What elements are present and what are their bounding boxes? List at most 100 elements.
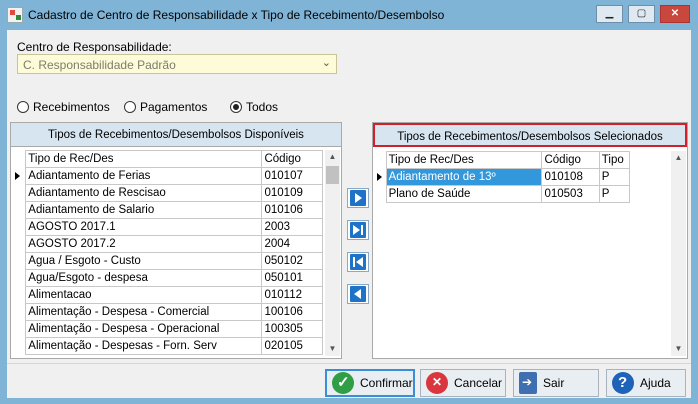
cell-tipo[interactable]: Alimentação - Despesa - Comercial [25,303,263,321]
cell-codigo[interactable]: 010503 [541,185,600,203]
arrow-right-icon [350,190,366,206]
title-bar: Cadastro de Centro de Responsabilidade x… [0,0,698,30]
app-window: Cadastro de Centro de Responsabilidade x… [0,0,698,404]
app-icon [7,7,23,23]
add-selected-button[interactable] [347,188,369,208]
grid-header-row: Tipo de Rec/Des Código Tipo [375,151,631,169]
radio-label: Pagamentos [140,100,208,114]
row-indicator [13,270,26,287]
table-row[interactable]: Agua / Esgoto - Custo 050102 [13,252,323,270]
cell-codigo[interactable]: 010108 [541,168,600,186]
radio-label: Recebimentos [33,100,110,114]
radio-circle [17,101,29,113]
row-indicator [13,202,26,219]
scroll-down-icon[interactable]: ▼ [325,342,340,356]
radio-recebimentos[interactable]: Recebimentos [17,100,110,114]
column-header-codigo[interactable]: Código [261,150,323,168]
radio-circle [124,101,136,113]
chevron-down-icon: ⌄ [321,57,331,69]
confirmar-label: Confirmar [360,376,413,390]
disponiveis-scrollbar[interactable]: ▲ ▼ [325,150,340,356]
cell-codigo[interactable]: 100305 [261,320,323,338]
column-header-tipo-flag[interactable]: Tipo [598,151,631,169]
cell-codigo[interactable]: 100106 [261,303,323,321]
remove-all-button[interactable] [347,252,369,272]
row-indicator [13,168,26,185]
table-row[interactable]: Alimentação - Despesa - Operacional 10030… [13,320,323,338]
column-header-tipo[interactable]: Tipo de Rec/Des [25,150,263,168]
dialog-body: Centro de Responsabilidade: C. Responsab… [7,30,691,398]
cell-codigo[interactable]: 050101 [261,269,323,287]
selecionados-header: Tipos de Recebimentos/Desembolsos Seleci… [373,123,687,147]
table-row[interactable]: Adiantamento de Rescisao 010109 [13,184,323,202]
confirmar-button[interactable]: Confirmar [325,369,415,397]
add-all-button[interactable] [347,220,369,240]
cell-tipo[interactable]: AGOSTO 2017.2 [25,235,263,253]
cell-tipo-flag[interactable]: P [598,168,631,186]
cell-tipo[interactable]: AGOSTO 2017.1 [25,218,263,236]
footer-divider [7,363,691,364]
table-row[interactable]: Alimentacao 010112 [13,286,323,304]
row-indicator [375,169,386,186]
cell-tipo[interactable]: Agua/Esgoto - despesa [25,269,263,287]
responsabilidade-label: Centro de Responsabilidade: [17,40,172,54]
column-header-tipo[interactable]: Tipo de Rec/Des [385,151,543,169]
cell-codigo[interactable]: 010112 [261,286,323,304]
cell-codigo[interactable]: 010107 [261,167,323,185]
help-icon [612,372,634,394]
radio-pagamentos[interactable]: Pagamentos [124,100,207,114]
row-indicator [13,236,26,253]
row-indicator [13,338,26,355]
cell-tipo[interactable]: Agua / Esgoto - Custo [25,252,263,270]
cell-codigo[interactable]: 050102 [261,252,323,270]
disponiveis-grid: Tipo de Rec/Des Código Adiantamento de F… [13,150,323,355]
cell-tipo[interactable]: Adiantamento de Rescisao [25,184,263,202]
scroll-thumb[interactable] [326,166,339,184]
cancelar-button[interactable]: Cancelar [420,369,506,397]
cell-tipo[interactable]: Adiantamento de Ferias [25,167,263,185]
scroll-up-icon[interactable]: ▲ [325,150,340,164]
remove-selected-button[interactable] [347,284,369,304]
minimize-button[interactable]: ▁ [596,5,623,23]
radio-todos[interactable]: Todos [230,100,278,114]
responsabilidade-select[interactable]: C. Responsabilidade Padrão ⌄ [17,54,337,74]
scroll-down-icon[interactable]: ▼ [671,342,686,356]
ajuda-button[interactable]: Ajuda [606,369,686,397]
sair-button[interactable]: Sair [513,369,599,397]
table-row[interactable]: Alimentação - Despesa - Comercial 100106 [13,303,323,321]
table-row-selected[interactable]: Adiantamento de 13º 010108 P [375,168,631,186]
cell-codigo[interactable]: 2004 [261,235,323,253]
cell-tipo[interactable]: Adiantamento de 13º [385,168,543,186]
row-indicator [13,151,26,168]
maximize-button[interactable]: ▢ [628,5,655,23]
cell-codigo[interactable]: 010109 [261,184,323,202]
cell-tipo[interactable]: Alimentação - Despesa - Operacional [25,320,263,338]
window-title: Cadastro de Centro de Responsabilidade x… [28,8,445,22]
radio-label: Todos [246,100,279,114]
row-indicator [13,185,26,202]
table-row[interactable]: Agua/Esgoto - despesa 050101 [13,269,323,287]
selecionados-scrollbar[interactable]: ▲ ▼ [671,151,686,356]
table-row[interactable]: Plano de Saúde 010503 P [375,185,631,203]
table-row[interactable]: Adiantamento de Salario 010106 [13,201,323,219]
column-header-codigo[interactable]: Código [541,151,600,169]
table-row[interactable]: Alimentação - Despesas - Forn. Serv 02010… [13,337,323,355]
cell-codigo[interactable]: 2003 [261,218,323,236]
cell-tipo[interactable]: Alimentação - Despesas - Forn. Serv [25,337,263,355]
scroll-up-icon[interactable]: ▲ [671,151,686,165]
table-row[interactable]: AGOSTO 2017.1 2003 [13,218,323,236]
disponiveis-header: Tipos de Recebimentos/Desembolsos Dispon… [11,123,341,147]
table-row[interactable]: Adiantamento de Ferias 010107 [13,167,323,185]
cell-tipo[interactable]: Plano de Saúde [385,185,543,203]
row-indicator [13,321,26,338]
cell-codigo[interactable]: 010106 [261,201,323,219]
close-button[interactable]: ✕ [660,5,690,23]
row-indicator [375,152,386,169]
table-row[interactable]: AGOSTO 2017.2 2004 [13,235,323,253]
cell-tipo[interactable]: Adiantamento de Salario [25,201,263,219]
cell-tipo[interactable]: Alimentacao [25,286,263,304]
cell-tipo-flag[interactable]: P [598,185,631,203]
cell-codigo[interactable]: 020105 [261,337,323,355]
arrow-left-end-icon [350,254,366,270]
disponiveis-panel: Tipos de Recebimentos/Desembolsos Dispon… [10,122,342,359]
